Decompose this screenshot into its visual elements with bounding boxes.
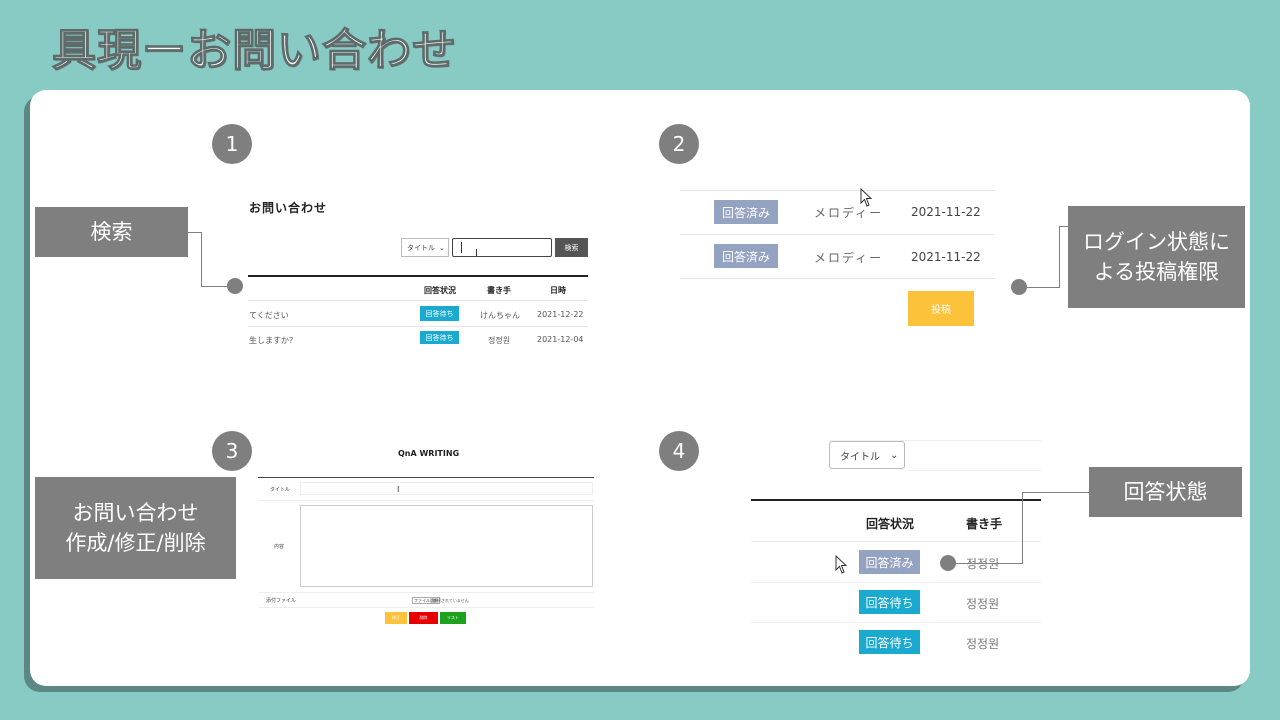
content-card — [30, 90, 1250, 686]
column-header-date: 日時 — [550, 286, 566, 295]
step-number-1: 1 — [212, 124, 252, 164]
text-cursor-icon: I — [475, 248, 478, 259]
status-badge-answered: 回答済み — [859, 550, 920, 574]
label-line: 作成/修正/削除 — [65, 531, 206, 555]
row-divider — [680, 234, 995, 235]
table-top-rule — [751, 499, 1041, 501]
row-date: 2021-12-04 — [537, 335, 584, 344]
chevron-down-icon: ⌄ — [890, 449, 899, 461]
row-writer: メロディー — [814, 206, 884, 220]
row-date: 2021-12-22 — [537, 310, 584, 319]
label-answer-status: 回答状態 — [1089, 467, 1242, 517]
row-writer: メロディー — [814, 251, 884, 265]
select-value: タイトル — [407, 243, 435, 252]
row-divider — [258, 607, 594, 608]
panel1-search-select[interactable]: タイトル ⌄ — [401, 238, 449, 257]
row-writer: 정정원 — [488, 336, 511, 345]
row-title[interactable]: てください — [249, 310, 289, 321]
column-header-status: 回答状況 — [866, 517, 915, 531]
row-divider — [248, 326, 588, 327]
label-login-permission: ログイン状態に よる投稿権限 — [1068, 206, 1245, 308]
row-writer: けんちゃん — [480, 311, 520, 320]
mouse-pointer-icon — [835, 555, 848, 574]
row-divider — [258, 592, 594, 593]
status-badge-waiting: 回答待ち — [859, 590, 920, 614]
slide-title: 具現ーお問い合わせ — [51, 24, 457, 76]
delete-button[interactable]: 削除 — [409, 612, 438, 624]
field-label-file: 添付ファイル — [266, 598, 297, 604]
row-divider — [751, 622, 1041, 623]
label-line: よる投稿権限 — [1093, 260, 1220, 284]
content-textarea[interactable] — [300, 505, 593, 587]
panel1-page-title: お問い合わせ — [249, 201, 328, 215]
column-header-writer: 書き手 — [487, 286, 511, 295]
connector — [201, 232, 202, 286]
connector — [956, 563, 1022, 564]
label-search: 検索 — [35, 207, 188, 257]
chevron-down-icon: ⌄ — [439, 243, 445, 252]
row-divider — [751, 582, 1041, 583]
row-divider — [258, 500, 594, 501]
row-divider — [751, 541, 1041, 542]
edit-button[interactable]: 修正 — [385, 612, 407, 624]
row-title[interactable]: 生しますか？ — [249, 335, 297, 346]
step-number-4: 4 — [659, 431, 699, 471]
connector — [1022, 492, 1023, 564]
row-date: 2021-11-22 — [911, 250, 981, 264]
field-label-content: 内容 — [274, 544, 285, 550]
field-label-title: タイトル — [270, 487, 291, 493]
panel1-search-button[interactable]: 検索 — [555, 238, 588, 257]
label-line: ログイン状態に — [1083, 229, 1230, 254]
row-divider — [680, 190, 995, 191]
column-header-status: 回答状況 — [424, 286, 456, 295]
row-divider — [680, 278, 995, 279]
form-title: QnA WRITING — [398, 449, 460, 458]
list-button[interactable]: リスト — [440, 612, 466, 624]
panel1-search-input[interactable]: I — [452, 238, 552, 259]
connector — [1027, 287, 1059, 288]
step-number-2: 2 — [659, 124, 699, 164]
select-value: タイトル — [840, 451, 880, 463]
callout-dot — [1011, 279, 1027, 295]
label-crud: お問い合わせ 作成/修正/削除 — [35, 477, 236, 579]
connector — [1059, 226, 1060, 288]
status-badge-answered: 回答済み — [714, 200, 778, 224]
file-status: 選択されていません — [433, 598, 469, 603]
text-caret — [461, 242, 462, 253]
step-number-3: 3 — [212, 431, 252, 471]
row-writer: 정정원 — [966, 637, 1000, 651]
row-divider — [248, 300, 588, 301]
column-header-writer: 書き手 — [966, 517, 1003, 531]
status-badge-answered: 回答済み — [714, 244, 778, 268]
callout-dot — [940, 555, 956, 571]
title-input[interactable]: I — [300, 482, 593, 495]
row-writer: 정정원 — [966, 597, 1000, 611]
panel4-search-select[interactable]: タイトル ⌄ — [829, 441, 905, 469]
status-badge-waiting: 回答待ち — [859, 630, 920, 654]
connector — [1059, 226, 1068, 227]
status-badge-waiting: 回答待ち — [420, 306, 459, 321]
connector — [1022, 492, 1089, 493]
row-divider — [908, 470, 1041, 471]
post-button[interactable]: 投稿 — [908, 291, 974, 326]
connector — [201, 286, 229, 287]
form-top-rule — [258, 477, 594, 478]
status-badge-waiting: 回答待ち — [420, 331, 459, 344]
label-line: お問い合わせ — [72, 500, 199, 525]
text-cursor-icon: I — [397, 485, 400, 494]
connector — [188, 232, 201, 233]
table-top-rule — [248, 275, 588, 277]
row-date: 2021-11-22 — [911, 205, 981, 219]
callout-dot — [227, 278, 243, 294]
